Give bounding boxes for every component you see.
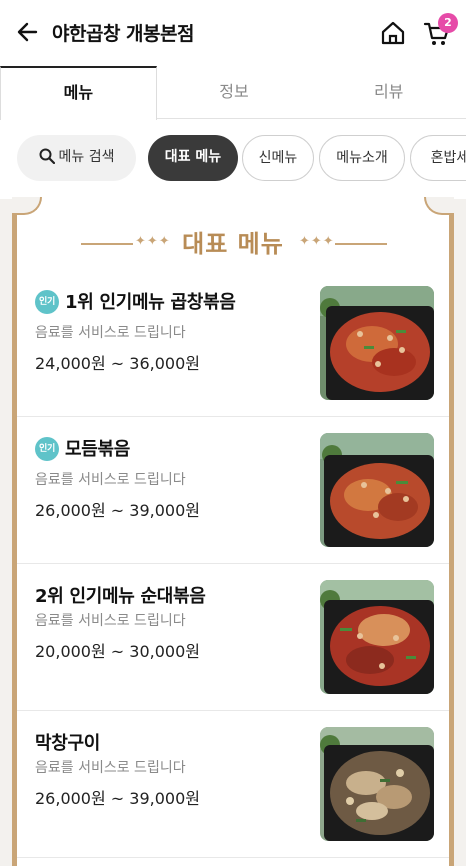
- menu-item[interactable]: 막창구이 음료를 서비스로 드립니다 26,000원 ~ 39,000원: [17, 711, 449, 858]
- menu-item-description: 음료를 서비스로 드립니다: [35, 472, 186, 488]
- app-header: 야한곱창 개봉본점 2: [0, 0, 466, 66]
- tab-menu[interactable]: 메뉴: [0, 66, 157, 120]
- cart-count-badge: 2: [438, 13, 458, 33]
- menu-item-description: 음료를 서비스로 드립니다: [35, 325, 186, 341]
- home-icon: [381, 21, 405, 45]
- menu-item-price: 20,000원 ~ 30,000원: [35, 642, 200, 661]
- menu-item-price: 26,000원 ~ 39,000원: [35, 789, 200, 808]
- arrow-left-icon: [17, 22, 38, 42]
- store-title: 야한곱창 개봉본점: [52, 23, 194, 45]
- diamond-ornament-icon: ✦✦✦: [135, 234, 171, 249]
- section-header: ✦✦✦ 대표 메뉴 ✦✦✦: [17, 224, 449, 264]
- menu-search-chip[interactable]: 메뉴 검색: [17, 135, 136, 181]
- tab-bar: 메뉴 정보 리뷰: [0, 66, 466, 120]
- chip-menu-intro[interactable]: 메뉴소개: [319, 135, 405, 181]
- menu-item-name: 2위 인기메뉴 순대볶음: [35, 586, 206, 607]
- menu-item-price: 26,000원 ~ 39,000원: [35, 501, 200, 520]
- menu-item-photo: [320, 580, 434, 694]
- diamond-ornament-icon: ✦✦✦: [299, 234, 335, 249]
- menu-item-photo: [320, 727, 434, 841]
- chip-signature-menu[interactable]: 대표 메뉴: [148, 135, 238, 181]
- menu-item[interactable]: 2위 인기메뉴 순대볶음 음료를 서비스로 드립니다 20,000원 ~ 30,…: [17, 564, 449, 711]
- home-button[interactable]: [378, 18, 408, 48]
- tab-info[interactable]: 정보: [157, 66, 312, 118]
- divider-line: [81, 243, 133, 245]
- menu-item-name: 막창구이: [35, 733, 101, 754]
- menu-item[interactable]: 인기 모듬볶음 음료를 서비스로 드립니다 26,000원 ~ 39,000원: [17, 417, 449, 564]
- menu-item-price: 24,000원 ~ 36,000원: [35, 354, 200, 373]
- search-icon: [39, 148, 55, 164]
- chip-solo-dining[interactable]: 혼밥세: [410, 135, 466, 181]
- section-title: 대표 메뉴: [182, 230, 284, 258]
- popular-badge-icon: 인기: [35, 436, 59, 461]
- menu-item-name: 인기 1위 인기메뉴 곱창볶음: [35, 288, 236, 314]
- menu-item-name: 인기 모듬볶음: [35, 435, 130, 461]
- menu-item-description: 음료를 서비스로 드립니다: [35, 760, 186, 776]
- divider-line: [335, 243, 387, 245]
- menu-item-description: 음료를 서비스로 드립니다: [35, 613, 186, 629]
- menu-item-photo: [320, 433, 434, 547]
- tab-reviews[interactable]: 리뷰: [311, 66, 466, 118]
- menu-item-title: 1위 인기메뉴 곱창볶음: [65, 292, 236, 313]
- chip-new-menu[interactable]: 신메뉴: [242, 135, 314, 181]
- menu-item[interactable]: 인기 1위 인기메뉴 곱창볶음 음료를 서비스로 드립니다 24,000원 ~ 3…: [17, 270, 449, 417]
- popular-badge-icon: 인기: [35, 289, 59, 314]
- menu-item-photo: [320, 286, 434, 400]
- menu-search-label: 메뉴 검색: [58, 149, 115, 165]
- back-button[interactable]: [14, 18, 42, 46]
- menu-item-title: 모듬볶음: [65, 439, 131, 460]
- category-chip-bar: 메뉴 검색 대표 메뉴 신메뉴 메뉴소개 혼밥세: [0, 119, 466, 199]
